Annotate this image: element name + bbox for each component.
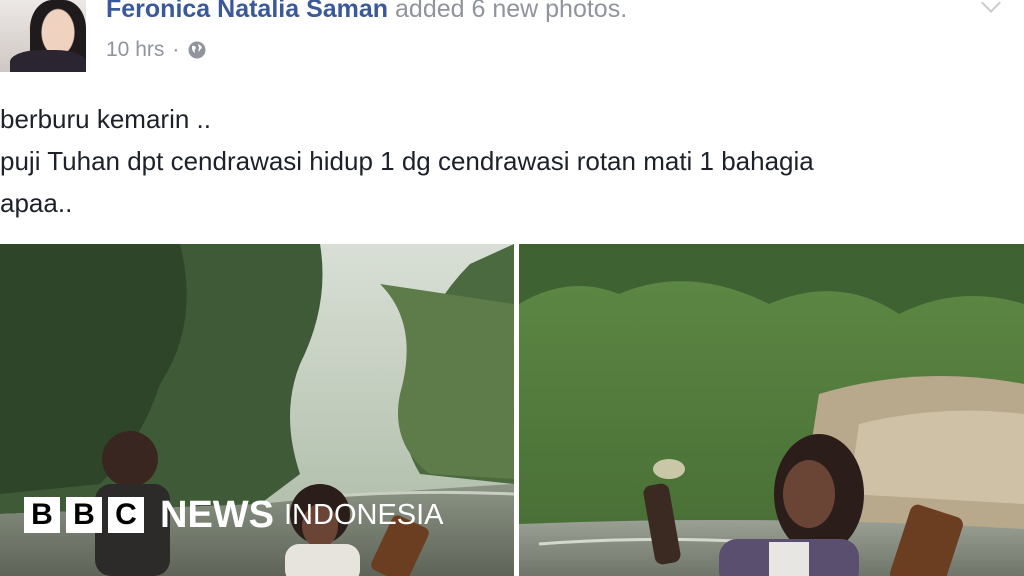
bbc-news-indonesia-logo: B B C NEWS INDONESIA (24, 493, 444, 536)
post-text-line: puji Tuhan dpt cendrawasi hidup 1 dg cen… (0, 146, 814, 176)
photo-right[interactable] (519, 244, 1024, 576)
post-header: Feronica Natalia Saman added 6 new photo… (0, 0, 1024, 80)
bbc-language-label: INDONESIA (284, 498, 444, 531)
post-options-chevron-icon[interactable] (981, 0, 1001, 13)
post-message: berburu kemarin .. puji Tuhan dpt cendra… (0, 98, 1010, 224)
author-name-link[interactable]: Feronica Natalia Saman (106, 0, 388, 23)
bbc-logo-letter: C (108, 497, 144, 533)
bbc-news-wordmark: NEWS (160, 493, 274, 536)
author-avatar[interactable] (0, 0, 86, 72)
globe-icon[interactable] (187, 40, 207, 60)
meta-separator: · (172, 38, 180, 61)
post-text-line: berburu kemarin .. (0, 104, 211, 134)
post-timestamp-link[interactable]: 10 hrs (106, 38, 164, 62)
author-line: Feronica Natalia Saman added 6 new photo… (106, 0, 627, 24)
post-meta: 10 hrs · (106, 38, 207, 62)
post-text-line: apaa.. (0, 188, 73, 218)
bbc-logo-letter: B (66, 497, 102, 533)
post-action-text: added 6 new photos. (395, 0, 628, 23)
bbc-logo-letter: B (24, 497, 60, 533)
